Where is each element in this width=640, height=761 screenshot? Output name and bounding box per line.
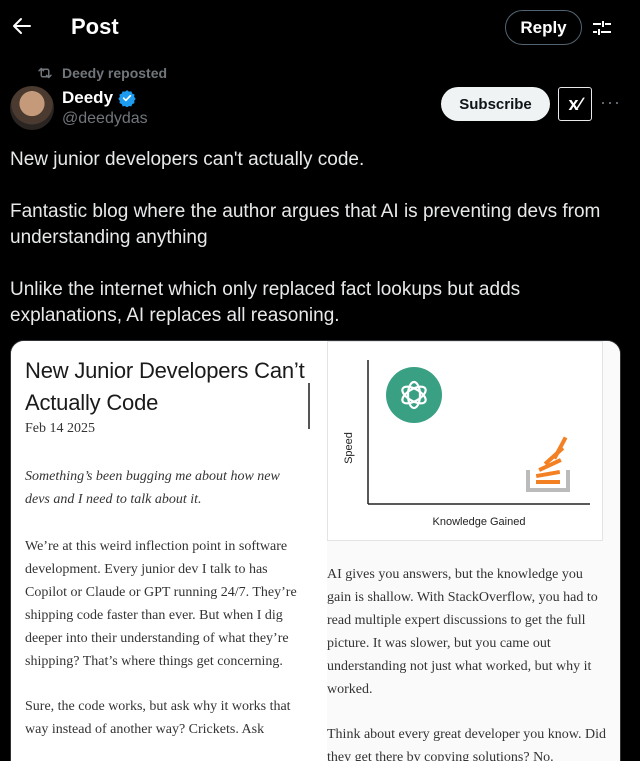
subscribe-button[interactable]: Subscribe <box>441 87 550 121</box>
top-bar: Post Reply <box>0 0 640 56</box>
attached-image[interactable]: New Junior Developers Can’t Actually Cod… <box>10 340 621 761</box>
avatar[interactable] <box>10 86 54 130</box>
article-left-column: New Junior Developers Can’t Actually Cod… <box>11 341 321 761</box>
tweet-paragraph: Unlike the internet which only replaced … <box>10 279 521 326</box>
tweet-paragraph: Fantastic blog where the author argues t… <box>10 201 601 248</box>
article-right-column: Speed Knowledge Gained AI gives you answ… <box>327 341 620 761</box>
repost-indicator[interactable]: Deedy reposted <box>36 64 167 82</box>
article-lede: Something’s been bugging me about how ne… <box>25 469 280 507</box>
article-date: Feb 14 2025 <box>25 421 95 436</box>
page-title: Post <box>71 14 119 39</box>
author-name-row[interactable]: Deedy <box>62 88 136 108</box>
y-axis-label: Speed <box>343 432 355 464</box>
repost-icon <box>38 67 52 79</box>
author-name[interactable]: Deedy <box>62 88 113 108</box>
article-right-body: AI gives you answers, but the knowledge … <box>327 563 607 761</box>
sliders-icon[interactable] <box>590 16 614 40</box>
stackoverflow-logo-icon <box>526 436 570 492</box>
article-title: New Junior Developers Can’t Actually Cod… <box>25 358 305 415</box>
text-cursor <box>308 383 310 429</box>
diagram-svg: Speed Knowledge Gained <box>343 360 590 528</box>
more-icon[interactable]: ··· <box>600 92 621 113</box>
article-paragraph: We’re at this weird inflection point in … <box>25 539 297 669</box>
article-paragraph: AI gives you answers, but the knowledge … <box>327 567 598 697</box>
tweet-paragraph: New junior developers can't actually cod… <box>10 149 365 170</box>
openai-logo-icon <box>386 367 442 423</box>
x-axis-label: Knowledge Gained <box>433 516 526 528</box>
verified-badge-icon <box>118 90 136 107</box>
article-paragraph: Think about every great developer you kn… <box>327 727 607 761</box>
article-body: We’re at this weird inflection point in … <box>25 535 305 761</box>
speed-knowledge-diagram: Speed Knowledge Gained <box>327 341 603 541</box>
repost-label: Deedy reposted <box>62 65 168 81</box>
xai-icon[interactable]: x∕ <box>558 87 592 121</box>
reply-button[interactable]: Reply <box>505 10 582 45</box>
tweet-text: New junior developers can't actually cod… <box>10 147 628 355</box>
article-paragraph: Sure, the code works, but ask why it wor… <box>25 699 291 737</box>
author-handle[interactable]: @deedydas <box>62 110 148 128</box>
back-arrow-icon[interactable] <box>10 14 34 38</box>
